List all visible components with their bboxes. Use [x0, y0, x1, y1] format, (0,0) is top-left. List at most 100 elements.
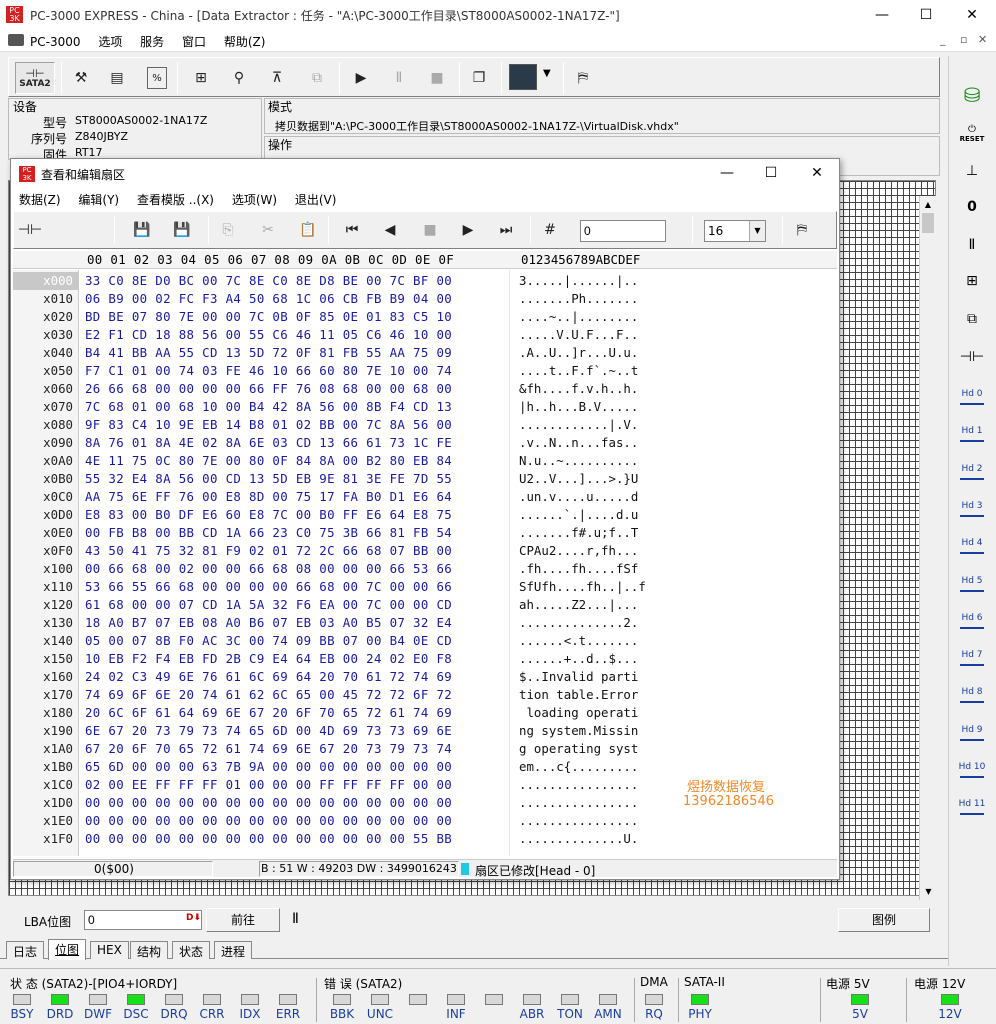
goto-button[interactable]: 前往 [206, 908, 280, 932]
save-as-icon[interactable]: 💾 [168, 216, 196, 244]
hex-row-bytes[interactable]: 00 66 68 00 02 00 00 66 68 08 00 00 00 6… [85, 560, 505, 578]
first-sector-icon[interactable]: ⏮ [338, 216, 366, 244]
head-button-2[interactable]: Hd 2 [952, 455, 992, 489]
editor-menu-options[interactable]: 选项(W) [232, 191, 277, 208]
hex-row-bytes[interactable]: 43 50 41 75 32 81 F9 02 01 72 2C 66 68 0… [85, 542, 505, 560]
hex-row-ascii[interactable]: N.u..~.......... [519, 452, 679, 470]
mdi-close-icon[interactable]: ✕ [978, 33, 987, 46]
hex-row-ascii[interactable]: ......<.t....... [519, 632, 679, 650]
bitmap-scrollbar[interactable]: ▲ ▼ [919, 196, 936, 900]
reset-button[interactable]: ⏻ RESET [955, 118, 989, 148]
maximize-icon[interactable]: ☐ [906, 1, 946, 29]
hex-rows[interactable]: x000 33 C0 8E D0 BC 00 7C 8E C0 8E D8 BE … [0, 272, 839, 858]
hex-row-bytes[interactable]: 00 00 00 00 00 00 00 00 00 00 00 00 00 0… [85, 794, 505, 812]
head-button-9[interactable]: Hd 9 [952, 716, 992, 750]
editor-menu-exit[interactable]: 退出(V) [295, 191, 337, 208]
hex-row-ascii[interactable]: ......`.|....d.u [519, 506, 679, 524]
windows-icon[interactable]: ❐ [465, 64, 493, 92]
hex-row-bytes[interactable]: 55 32 E4 8A 56 00 CD 13 5D EB 9E 81 3E F… [85, 470, 505, 488]
hex-row-ascii[interactable]: ......+..d..$... [519, 650, 679, 668]
mdi-restore-icon[interactable]: ▫ [960, 33, 967, 46]
hex-row-ascii[interactable]: ah.....Z2...|... [519, 596, 679, 614]
percent-icon[interactable]: % [147, 67, 167, 89]
menu-pc3000[interactable]: PC-3000 [30, 35, 80, 49]
exit-icon[interactable]: ⛿ [569, 64, 597, 92]
lba-nav-icon[interactable]: D⬇ [186, 913, 201, 923]
hex-row-bytes[interactable]: 00 FB B8 00 BB CD 1A 66 23 C0 75 3B 66 8… [85, 524, 505, 542]
editor-menu-data[interactable]: 数据(Z) [19, 191, 61, 208]
hex-row-bytes[interactable]: 10 EB F2 F4 EB FD 2B C9 E4 64 EB 00 24 0… [85, 650, 505, 668]
hex-row-ascii[interactable]: .......Ph....... [519, 290, 679, 308]
hex-row-bytes[interactable]: 24 02 C3 49 6E 76 61 6C 69 64 20 70 61 7… [85, 668, 505, 686]
hex-row-ascii[interactable]: g operating syst [519, 740, 679, 758]
head-button-11[interactable]: Hd 11 [952, 790, 992, 824]
hex-row-bytes[interactable]: E8 83 00 B0 DF E6 60 E8 7C 00 B0 FF E6 6… [85, 506, 505, 524]
tree-icon[interactable]: ⊞ [187, 64, 215, 92]
hex-row-bytes[interactable]: 26 66 68 00 00 00 00 66 FF 76 08 68 00 0… [85, 380, 505, 398]
power5-led[interactable]: 5V [842, 994, 878, 1021]
columns-chevron-icon[interactable]: ▼ [749, 221, 765, 241]
hex-row-ascii[interactable]: .....V.U.F...F.. [519, 326, 679, 344]
prev-sector-icon[interactable]: ◀ [376, 216, 404, 244]
tab-bitmap[interactable]: 位图 [48, 939, 87, 960]
hex-row-ascii[interactable]: &fh....f.v.h..h. [519, 380, 679, 398]
hex-row-bytes[interactable]: 20 6C 6F 61 64 69 6E 67 20 6F 70 65 72 6… [85, 704, 505, 722]
hex-row-bytes[interactable]: 74 69 6F 6E 20 74 61 62 6C 65 00 45 72 7… [85, 686, 505, 704]
editor-minimize-icon[interactable]: — [707, 159, 747, 187]
hex-row-ascii[interactable]: ..............2. [519, 614, 679, 632]
lba-pause-icon[interactable]: Ⅱ [292, 911, 299, 927]
connect-icon[interactable]: ⊣⊢ [16, 216, 44, 244]
hex-row-ascii[interactable]: loading operati [519, 704, 679, 722]
sata-button[interactable]: ⊣⊢ SATA2 [15, 62, 55, 94]
hex-row-bytes[interactable]: E2 F1 CD 18 88 56 00 55 C6 46 11 05 C6 4… [85, 326, 505, 344]
hex-row-ascii[interactable]: CPAu2....r,fh... [519, 542, 679, 560]
hex-row-ascii[interactable]: .un.v....u.....d [519, 488, 679, 506]
editor-menu-edit[interactable]: 编辑(Y) [78, 191, 119, 208]
hex-row-bytes[interactable]: 06 B9 00 02 FC F3 A4 50 68 1C 06 CB FB B… [85, 290, 505, 308]
hex-row-bytes[interactable]: 00 00 00 00 00 00 00 00 00 00 00 00 00 0… [85, 812, 505, 830]
editor-exit-icon[interactable]: ⛿ [788, 216, 816, 244]
legend-button[interactable]: 图例 [838, 908, 930, 932]
save-icon[interactable]: 💾 [128, 216, 156, 244]
hex-row-ascii[interactable]: SfUfh....fh..|..f [519, 578, 679, 596]
hex-row-bytes[interactable]: 6E 67 20 73 79 73 74 65 6D 00 4D 69 73 7… [85, 722, 505, 740]
menu-window[interactable]: 窗口 [182, 33, 206, 50]
editor-close-icon[interactable]: ✕ [797, 159, 837, 187]
head-button-4[interactable]: Hd 4 [952, 529, 992, 563]
hex-row-bytes[interactable]: 67 20 6F 70 65 72 61 74 69 6E 67 20 73 7… [85, 740, 505, 758]
head-button-10[interactable]: Hd 10 [952, 753, 992, 787]
columns-select[interactable]: 16 ▼ [704, 220, 766, 242]
hex-row-bytes[interactable]: BD BE 07 80 7E 00 00 7C 0B 0F 85 0E 01 8… [85, 308, 505, 326]
last-sector-icon[interactable]: ⏭ [492, 216, 520, 244]
close-icon[interactable]: ✕ [952, 1, 992, 29]
hex-row-bytes[interactable]: 05 00 07 8B F0 AC 3C 00 74 09 BB 07 00 B… [85, 632, 505, 650]
hex-row-ascii[interactable]: .......f#.u;f..T [519, 524, 679, 542]
menu-help[interactable]: 帮助(Z) [224, 33, 266, 50]
tab-structure[interactable]: 结构 [130, 941, 169, 959]
hex-row-ascii[interactable]: ....t..F.f`.~..t [519, 362, 679, 380]
right-pause-icon[interactable]: Ⅱ [955, 230, 989, 260]
zero-icon[interactable]: 0 [955, 192, 989, 222]
hex-row-ascii[interactable]: .fh....fh....fSf [519, 560, 679, 578]
menu-options[interactable]: 选项 [98, 33, 122, 50]
hex-row-ascii[interactable]: .A..U..]r...U.u. [519, 344, 679, 362]
screen-dropdown-icon[interactable] [509, 64, 537, 90]
power-tree-icon[interactable]: ⊥ [955, 156, 989, 186]
tools-icon[interactable]: ⚒ [67, 64, 95, 92]
head-button-0[interactable]: Hd 0 [952, 380, 992, 414]
hex-row-bytes[interactable]: 7C 68 01 00 68 10 00 B4 42 8A 56 00 8B F… [85, 398, 505, 416]
minimize-icon[interactable]: — [862, 1, 902, 29]
editor-maximize-icon[interactable]: ☐ [751, 159, 791, 187]
hex-row-bytes[interactable]: 65 6D 00 00 00 63 7B 9A 00 00 00 00 00 0… [85, 758, 505, 776]
hex-row-ascii[interactable]: .v..N..n...fas.. [519, 434, 679, 452]
hex-row-bytes[interactable]: 33 C0 8E D0 BC 00 7C 8E C0 8E D8 BE 00 7… [85, 272, 505, 290]
settings-chip-icon[interactable]: ⊞ [955, 266, 989, 296]
scroll-up-icon[interactable]: ▲ [920, 196, 936, 213]
hex-row-bytes[interactable]: 61 68 00 00 07 CD 1A 5A 32 F6 EA 00 7C 0… [85, 596, 505, 614]
hex-row-ascii[interactable]: ..............U. [519, 830, 679, 848]
head-button-1[interactable]: Hd 1 [952, 417, 992, 451]
hex-row-ascii[interactable]: em...c{......... [519, 758, 679, 776]
hex-row-bytes[interactable]: 53 66 55 66 68 00 00 00 00 66 68 00 7C 0… [85, 578, 505, 596]
hex-row-ascii[interactable]: 3.....|......|.. [519, 272, 679, 290]
hex-row-ascii[interactable]: ............|.V. [519, 416, 679, 434]
